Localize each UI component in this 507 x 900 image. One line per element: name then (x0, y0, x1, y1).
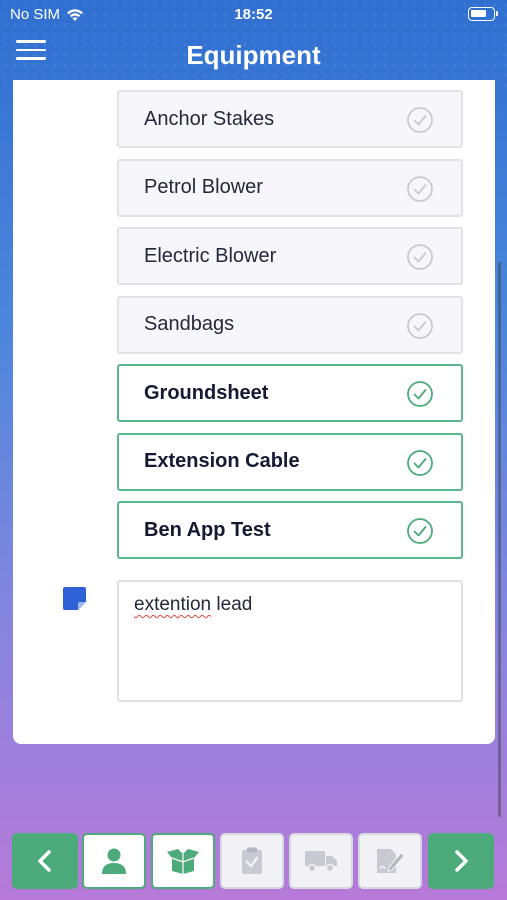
check-circle-outline-icon (407, 244, 433, 270)
check-circle-outline-icon (407, 107, 433, 133)
equipment-item-label: Ben App Test (144, 518, 271, 541)
notes-textarea[interactable]: extention lead (117, 580, 463, 702)
tab-delivery[interactable] (289, 833, 353, 889)
check-circle-outline-icon (407, 175, 433, 202)
equipment-item[interactable]: Ben App Test (117, 501, 463, 559)
truck-icon (305, 851, 337, 873)
app-header: Equipment (0, 28, 507, 82)
chevron-left-icon (38, 850, 51, 872)
status-bar: No SIM 18:52 (0, 0, 507, 28)
misspelled-word: extention (134, 594, 212, 615)
box-open-icon (167, 849, 199, 874)
equipment-item-label: Electric Blower (144, 244, 277, 267)
tab-customer[interactable] (82, 833, 146, 889)
signature-document-icon (377, 849, 405, 873)
tab-signature[interactable] (358, 833, 422, 889)
bottom-navigation (0, 830, 507, 890)
check-circle-icon (407, 381, 433, 407)
person-icon (102, 848, 126, 874)
equipment-item[interactable]: Anchor Stakes (117, 90, 463, 148)
next-button[interactable] (428, 833, 494, 889)
equipment-item[interactable]: Extension Cable (117, 432, 463, 491)
equipment-item-label: Anchor Stakes (144, 107, 275, 130)
check-circle-icon (407, 518, 433, 544)
clipboard-check-icon (242, 847, 262, 874)
scrollbar[interactable] (498, 262, 501, 817)
equipment-item-label: Groundsheet (144, 381, 269, 404)
equipment-item-label: Petrol Blower (144, 176, 263, 198)
tab-equipment[interactable] (151, 833, 215, 889)
equipment-card: Anchor Stakes Petrol Blower Electric Blowe… (13, 80, 495, 744)
equipment-item[interactable]: Electric Blower (117, 227, 463, 285)
equipment-item-label: Extension Cable (144, 450, 300, 472)
equipment-item-label: Sandbags (144, 313, 235, 335)
check-circle-outline-icon (407, 312, 433, 339)
tab-checklist[interactable] (220, 833, 284, 889)
equipment-item[interactable]: Petrol Blower (117, 158, 463, 217)
chevron-right-icon (455, 850, 468, 872)
battery-icon (468, 7, 498, 21)
previous-button[interactable] (12, 833, 78, 889)
equipment-item[interactable]: Groundsheet (117, 364, 463, 422)
equipment-item[interactable]: Sandbags (117, 295, 463, 354)
clock: 18:52 (234, 6, 273, 23)
page-title: Equipment (186, 40, 321, 70)
check-circle-icon (407, 449, 433, 476)
sticky-note-icon (63, 587, 86, 610)
